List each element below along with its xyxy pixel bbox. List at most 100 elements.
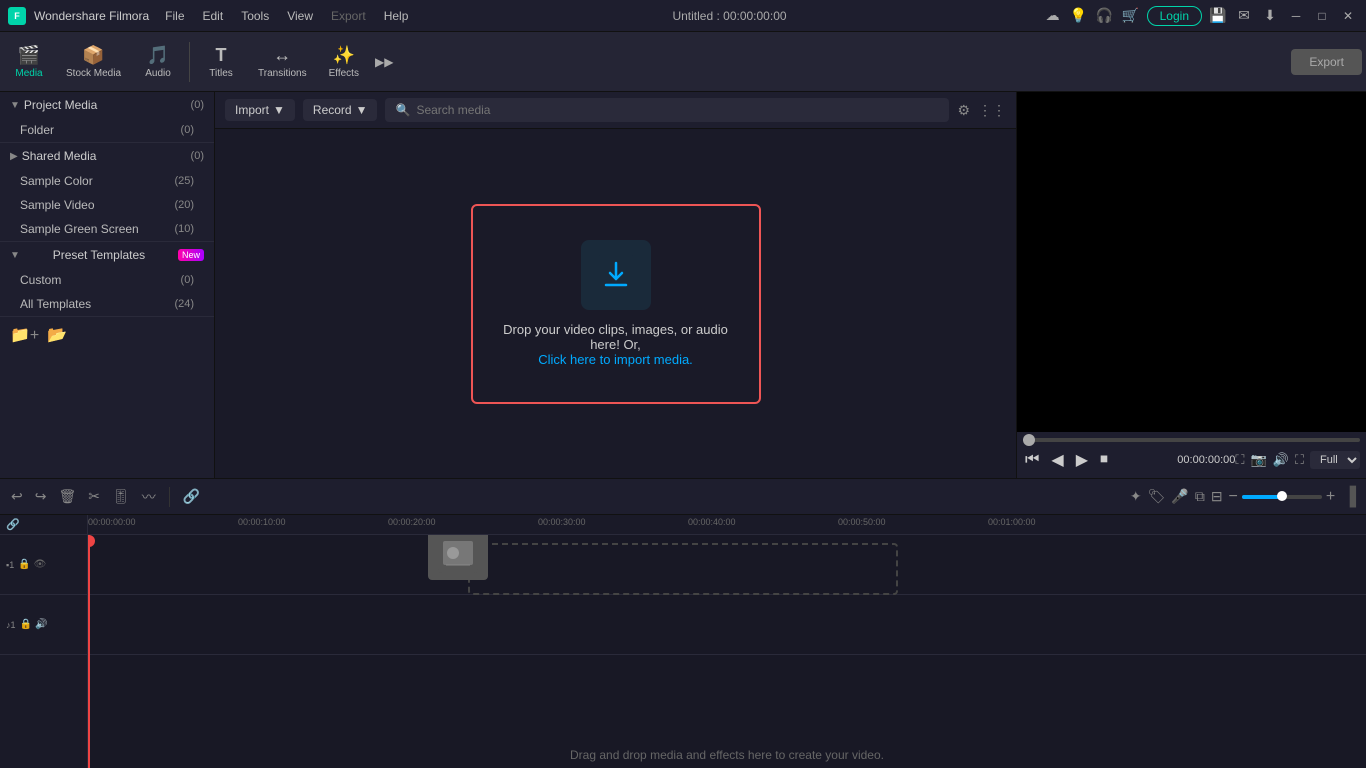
- search-box[interactable]: 🔍: [385, 98, 949, 122]
- sample-video-label: Sample Video: [20, 198, 95, 212]
- sidebar-item-sample-video[interactable]: Sample Video (20): [0, 193, 214, 217]
- menu-view[interactable]: View: [279, 7, 321, 25]
- maximize-button[interactable]: □: [1312, 6, 1332, 26]
- menu-help[interactable]: Help: [376, 7, 417, 25]
- preview-screen: [1017, 92, 1366, 432]
- delete-button[interactable]: 🗑: [55, 485, 79, 508]
- sidebar-header-preset-templates[interactable]: ▼ Preset Templates New: [0, 242, 214, 268]
- import-button[interactable]: Import ▼: [225, 99, 295, 121]
- toolbar: 🎬 Media 📦 Stock Media 🎵 Audio T Titles ↔…: [0, 32, 1366, 92]
- menu-edit[interactable]: Edit: [195, 7, 232, 25]
- expand-icon[interactable]: ⛶: [1295, 452, 1304, 468]
- menu-tools[interactable]: Tools: [233, 7, 277, 25]
- export-button[interactable]: Export: [1291, 49, 1362, 75]
- titlebar-left: F Wondershare Filmora File Edit Tools Vi…: [8, 7, 416, 25]
- zoom-in-button[interactable]: +: [1326, 488, 1335, 506]
- toolbar-effects[interactable]: ✨ Effects: [319, 41, 369, 83]
- badge-icon[interactable]: 🏷: [1148, 488, 1166, 505]
- audio-track-num: ♪1: [6, 620, 16, 630]
- import-link[interactable]: Click here to import media.: [538, 352, 693, 367]
- cart-icon[interactable]: 🛒: [1121, 6, 1141, 26]
- headset-icon[interactable]: 🎧: [1095, 6, 1115, 26]
- timeline-playhead[interactable]: [88, 535, 90, 768]
- preview-panel: ⏮ ◀ ▶ ⏹ 00:00:00:00 ⛶ 📷 🔊 ⛶ Full 1/2 1/4…: [1016, 92, 1366, 478]
- cut-button[interactable]: ✂: [85, 485, 103, 508]
- drag-hint-label: Drag and drop media and effects here to …: [570, 748, 884, 762]
- toolbar-media[interactable]: 🎬 Media: [4, 41, 54, 83]
- sidebar-item-sample-color[interactable]: Sample Color (25): [0, 169, 214, 193]
- notification-icon[interactable]: ✉: [1234, 6, 1254, 26]
- sidebar-item-all-templates[interactable]: All Templates (24): [0, 292, 214, 316]
- expand-toolbar-button[interactable]: ▶▶: [371, 51, 397, 73]
- download-icon[interactable]: ⬇: [1260, 6, 1280, 26]
- drag-hint-text: Drag and drop media and effects here to …: [88, 742, 1366, 768]
- grid-view-icon[interactable]: ⋮⋮: [978, 102, 1006, 119]
- layers-icon[interactable]: ⧉: [1195, 488, 1205, 505]
- toolbar-transitions[interactable]: ↔ Transitions: [248, 41, 317, 83]
- main-area: ▼ Project Media (0) Folder (0) ▶ Shared …: [0, 92, 1366, 478]
- snap-icon[interactable]: 🔗: [6, 518, 20, 531]
- volume-icon[interactable]: 🔊: [1273, 452, 1289, 468]
- sidebar-header-project-media[interactable]: ▼ Project Media (0): [0, 92, 214, 118]
- filter-icon[interactable]: ⚙: [957, 102, 970, 119]
- screenshot-icon[interactable]: 📷: [1251, 452, 1267, 468]
- sample-green-screen-count: (10): [174, 223, 194, 235]
- bulb-icon[interactable]: 💡: [1069, 6, 1089, 26]
- timeline-drop-zone: [468, 543, 898, 595]
- toolbar-stock[interactable]: 📦 Stock Media: [56, 41, 131, 83]
- cloud-icon[interactable]: ☁: [1043, 6, 1063, 26]
- audio-track-label: ♪1 🔒 🔊: [0, 595, 87, 655]
- crop-sub-icon[interactable]: ⊟: [1211, 488, 1223, 505]
- seekbar-handle[interactable]: [1023, 434, 1035, 446]
- minimize-button[interactable]: ─: [1286, 6, 1306, 26]
- save-icon[interactable]: 💾: [1208, 6, 1228, 26]
- audio-mixer-button[interactable]: 🎚: [109, 485, 133, 508]
- login-button[interactable]: Login: [1147, 6, 1202, 26]
- folder-icon[interactable]: 📂: [47, 325, 67, 345]
- fullscreen-icon[interactable]: ⛶: [1235, 452, 1244, 468]
- waveform-button[interactable]: 〰: [139, 484, 159, 510]
- sidebar-item-folder[interactable]: Folder (0): [0, 118, 214, 142]
- frame-back-button[interactable]: ◀: [1049, 448, 1065, 472]
- import-label: Import: [235, 103, 269, 117]
- sidebar-item-sample-green-screen[interactable]: Sample Green Screen (10): [0, 217, 214, 241]
- volume-track-icon[interactable]: 🔊: [35, 619, 47, 630]
- zoom-handle[interactable]: [1277, 491, 1287, 501]
- redo-button[interactable]: ↪: [32, 485, 50, 508]
- record-button[interactable]: Record ▼: [303, 99, 378, 121]
- sidebar-item-custom[interactable]: Custom (0): [0, 268, 214, 292]
- menu-export[interactable]: Export: [323, 7, 374, 25]
- seekbar[interactable]: [1023, 438, 1360, 442]
- zoom-out-button[interactable]: −: [1229, 488, 1238, 506]
- timeline-end-button[interactable]: ▐: [1341, 484, 1358, 509]
- sidebar-header-shared-media[interactable]: ▶ Shared Media (0): [0, 143, 214, 169]
- quality-select[interactable]: Full 1/2 1/4 1/8: [1310, 451, 1360, 469]
- sidebar-bottom: 📁+ 📂: [0, 317, 214, 353]
- toolbar-audio[interactable]: 🎵 Audio: [133, 41, 183, 83]
- audio-track-row: [88, 595, 1366, 655]
- lock-icon[interactable]: 🔒: [18, 559, 30, 570]
- video-track-num: ▪1: [6, 560, 14, 570]
- audio-lock-icon[interactable]: 🔒: [20, 619, 32, 630]
- search-input[interactable]: [416, 103, 939, 117]
- sparkle-icon[interactable]: ✦: [1130, 488, 1142, 505]
- effects-icon: ✨: [333, 45, 355, 66]
- shared-media-count: (0): [191, 150, 204, 162]
- mic-icon[interactable]: 🎤: [1171, 488, 1188, 505]
- close-button[interactable]: ✕: [1338, 6, 1358, 26]
- play-button[interactable]: ▶: [1074, 448, 1090, 472]
- menu-file[interactable]: File: [157, 7, 192, 25]
- add-folder-icon[interactable]: 📁+: [10, 325, 39, 345]
- transitions-icon: ↔: [273, 45, 291, 66]
- toolbar-titles[interactable]: T Titles: [196, 41, 246, 83]
- undo-button[interactable]: ↩: [8, 485, 26, 508]
- visibility-icon[interactable]: 👁: [34, 559, 47, 570]
- tl-separator: [169, 487, 170, 507]
- record-chevron-icon: ▼: [356, 103, 368, 117]
- video-track-icons: 🔒 👁: [18, 559, 46, 570]
- stop-button[interactable]: ⏹: [1098, 449, 1110, 471]
- media-toolbar: Import ▼ Record ▼ 🔍 ⚙ ⋮⋮: [215, 92, 1016, 129]
- snap-button[interactable]: 🔗: [180, 485, 203, 508]
- step-back-button[interactable]: ⏮: [1023, 449, 1041, 471]
- zoom-slider[interactable]: [1242, 495, 1322, 499]
